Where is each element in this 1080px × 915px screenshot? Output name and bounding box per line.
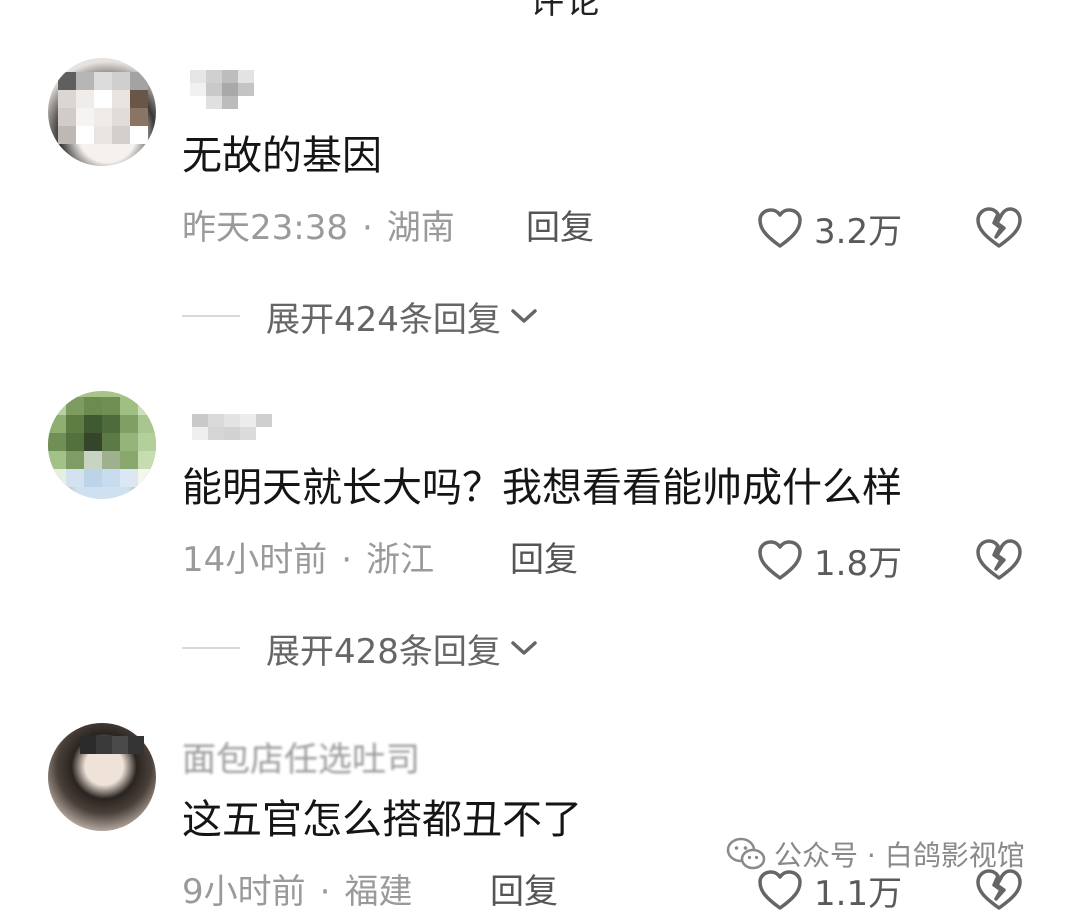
username-blurred [192,414,272,440]
comment-time: 14小时前 [182,540,328,580]
reply-button[interactable]: 回复 [490,870,558,914]
like-count: 1.8万 [814,543,903,584]
comment-location: 湖南 [386,208,455,248]
header-title-fragment: 评论 [530,0,602,22]
comment-location: 浙江 [366,540,435,580]
meta-separator: · [319,872,331,912]
watermark: 公众号 · 白鸽影视馆 [726,834,1025,874]
broken-heart-icon[interactable] [974,536,1024,584]
expand-replies-label: 展开424条回复 [266,299,501,340]
avatar[interactable] [48,391,156,499]
comment-location: 福建 [344,872,413,912]
heart-outline-icon [758,540,802,580]
like-count: 3.2万 [814,211,903,252]
watermark-text: 公众号 · 白鸽影视馆 [774,839,1025,872]
broken-heart-icon[interactable] [974,204,1024,252]
heart-outline-icon [758,208,802,248]
reply-button[interactable]: 回复 [526,206,594,250]
comment-text: 无故的基因 [182,133,382,179]
avatar[interactable] [48,58,156,166]
wechat-icon [726,837,766,870]
comment-meta: 昨天23:38 · 湖南 [182,206,455,250]
username[interactable]: 面包店任选吐司 [182,732,420,781]
comment-text: 能明天就长大吗？我想看看能帅成什么样 [182,465,902,511]
avatar-mosaic-overlay [80,736,144,754]
comment-meta: 9小时前 · 福建 [182,870,412,914]
comment-text: 这五官怎么搭都丑不了 [182,797,582,843]
comment-time: 昨天23:38 [182,208,348,248]
meta-separator: · [361,208,373,248]
reply-button[interactable]: 回复 [510,538,578,582]
comment-time: 9小时前 [182,872,306,912]
expand-divider [182,315,240,317]
chevron-down-icon [509,638,539,658]
username-blurred [190,70,254,109]
expand-divider [182,647,240,649]
expand-replies-button[interactable]: 展开428条回复 [182,626,539,672]
heart-outline-icon [758,870,802,910]
expand-replies-button[interactable]: 展开424条回复 [182,294,539,340]
like-button[interactable]: 3.2万 [756,204,902,252]
chevron-down-icon [509,306,539,326]
comment-meta: 14小时前 · 浙江 [182,538,434,582]
meta-separator: · [341,540,353,580]
expand-replies-label: 展开428条回复 [266,631,501,672]
like-button[interactable]: 1.8万 [756,536,902,584]
